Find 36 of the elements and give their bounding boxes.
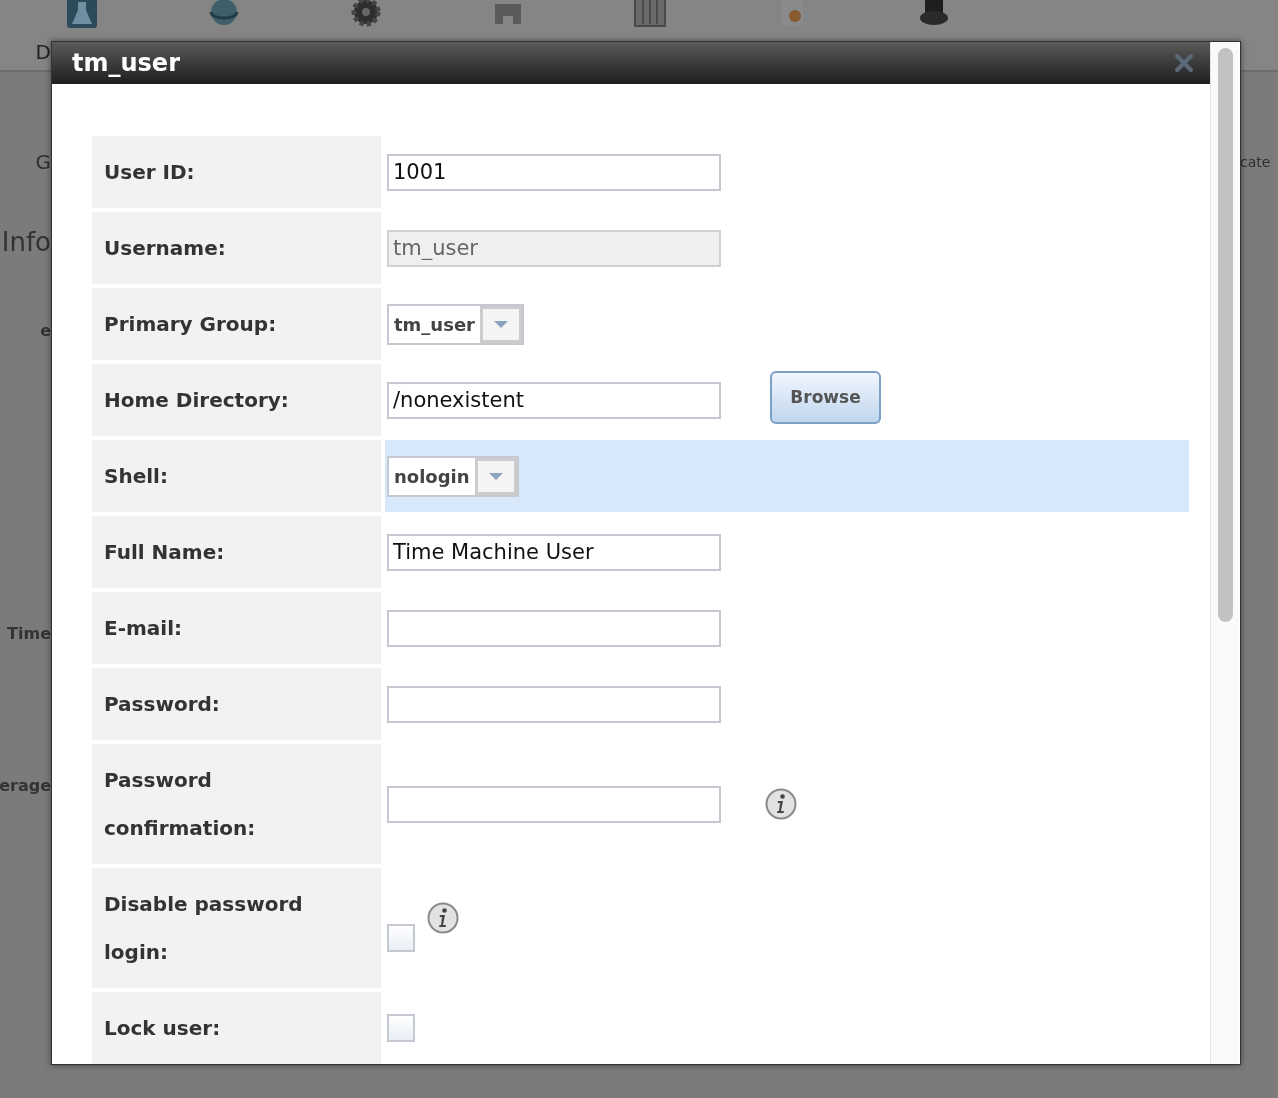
- input-field[interactable]: [387, 685, 721, 723]
- field-label: Lock user:: [92, 992, 381, 1064]
- input-field[interactable]: Time Machine User: [387, 533, 721, 571]
- info-icon[interactable]: [427, 902, 459, 934]
- field-label: Shell:: [92, 440, 381, 512]
- browse-button[interactable]: Browse: [770, 370, 881, 424]
- info-icon[interactable]: [765, 788, 797, 820]
- caret-icon: [494, 320, 508, 328]
- caret-icon: [488, 472, 503, 480]
- field-label: Password confirmation:: [92, 744, 381, 864]
- field-label: Full Name:: [92, 516, 381, 588]
- dropdown[interactable]: tm_user: [387, 303, 524, 345]
- field-label: Disable password login:: [92, 868, 381, 988]
- field-label: Username:: [92, 212, 381, 284]
- dropdown[interactable]: nologin: [387, 455, 519, 497]
- input-field[interactable]: /nonexistent: [387, 381, 721, 419]
- dialog-title: tm_user: [72, 49, 180, 77]
- field-label: User ID:: [92, 136, 381, 208]
- toolbar-label[interactable]: D: [35, 40, 51, 64]
- row-label: erage: [0, 775, 51, 795]
- field-label: E-mail:: [92, 592, 381, 664]
- input-field[interactable]: [387, 609, 721, 647]
- field-label: Password:: [92, 668, 381, 740]
- row-label: e: [40, 320, 51, 340]
- input-field[interactable]: [387, 785, 721, 823]
- checkbox[interactable]: [387, 924, 415, 952]
- scrollbar[interactable]: [1210, 42, 1239, 1064]
- section-heading: Info: [1, 227, 51, 257]
- field-label: Home Directory:: [92, 364, 381, 436]
- input-field[interactable]: 1001: [387, 153, 721, 191]
- close-icon[interactable]: [1174, 53, 1194, 73]
- checkbox[interactable]: [387, 1014, 415, 1042]
- columns-icon[interactable]: [631, 0, 669, 28]
- row-label: Time: [7, 623, 51, 643]
- scrollbar-thumb[interactable]: [1217, 48, 1233, 622]
- field-label: Primary Group:: [92, 288, 381, 360]
